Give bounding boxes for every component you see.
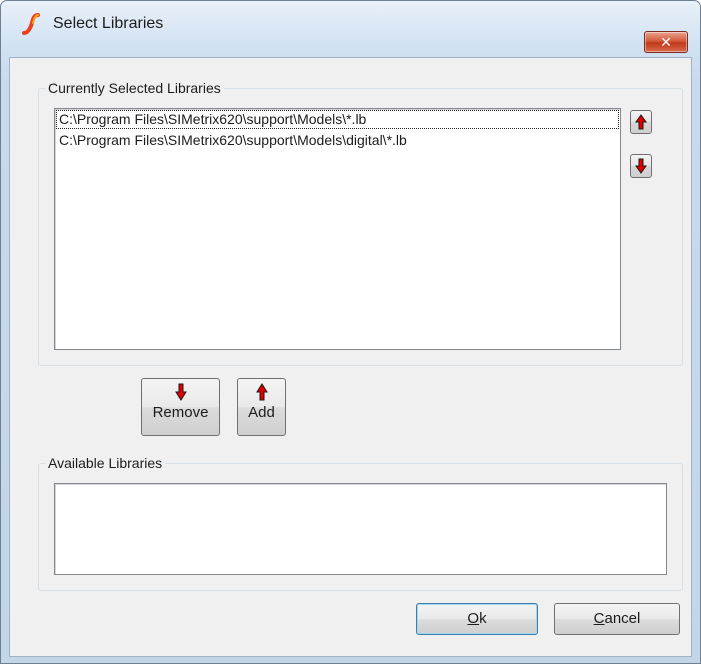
window-title: Select Libraries: [53, 15, 164, 32]
arrow-down-icon: [635, 158, 647, 174]
close-icon: ✕: [660, 34, 672, 50]
list-item[interactable]: C:\Program Files\SIMetrix620\support\Mod…: [55, 130, 620, 151]
arrow-up-icon: [635, 114, 647, 130]
cancel-label-rest: ancel: [604, 610, 641, 627]
remove-button[interactable]: Remove: [141, 378, 220, 436]
current-libraries-label: Currently Selected Libraries: [45, 80, 224, 96]
arrow-down-icon: [174, 383, 187, 401]
select-libraries-dialog: Select Libraries ✕ Currently Selected Li…: [0, 0, 701, 664]
add-label: Add: [248, 404, 275, 421]
current-libraries-list[interactable]: C:\Program Files\SIMetrix620\support\Mod…: [54, 108, 621, 350]
ok-label-rest: k: [479, 610, 487, 627]
library-path: C:\Program Files\SIMetrix620\support\Mod…: [59, 132, 407, 148]
move-down-button[interactable]: [630, 154, 652, 178]
remove-label: Remove: [152, 404, 209, 421]
title-bar[interactable]: Select Libraries: [1, 1, 700, 41]
add-button[interactable]: Add: [237, 378, 286, 436]
ok-button[interactable]: Ok: [416, 603, 538, 635]
available-libraries-list[interactable]: [54, 483, 667, 575]
library-path: C:\Program Files\SIMetrix620\support\Mod…: [59, 111, 367, 127]
close-button[interactable]: ✕: [644, 31, 688, 53]
cancel-button[interactable]: Cancel: [554, 603, 680, 635]
available-libraries-label: Available Libraries: [45, 455, 166, 471]
arrow-up-icon: [255, 383, 268, 401]
ok-mnemonic: O: [467, 610, 480, 627]
move-up-button[interactable]: [630, 110, 652, 134]
cancel-mnemonic: C: [593, 610, 605, 627]
simetrix-logo-icon: [22, 13, 40, 35]
dialog-client-area: Currently Selected Libraries C:\Program …: [9, 57, 692, 657]
list-item[interactable]: C:\Program Files\SIMetrix620\support\Mod…: [55, 109, 620, 130]
